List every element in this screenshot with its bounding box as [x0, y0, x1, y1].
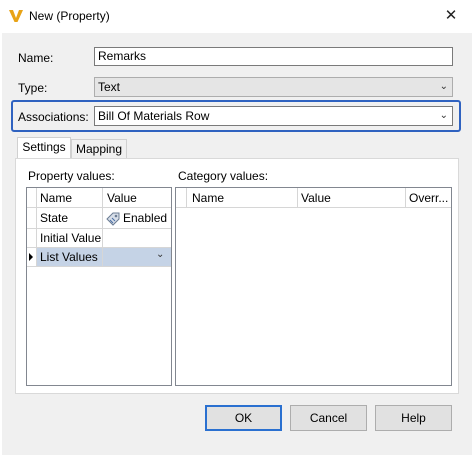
- column-header-name[interactable]: Name: [40, 189, 100, 208]
- tab-settings[interactable]: Settings: [17, 137, 71, 159]
- app-logo-icon: [9, 10, 23, 22]
- table-row-state-value[interactable]: Enabled: [123, 209, 169, 228]
- close-button[interactable]: ✕: [436, 3, 466, 29]
- table-row-list-values-name[interactable]: List Values: [40, 248, 102, 266]
- type-dropdown-value: Text: [98, 80, 121, 94]
- chevron-down-icon: ⌄: [439, 110, 448, 121]
- name-field[interactable]: Remarks: [94, 47, 453, 66]
- table-row-initial-value-name[interactable]: Initial Value: [40, 229, 102, 248]
- help-button[interactable]: Help: [375, 405, 452, 431]
- ok-button[interactable]: OK: [205, 405, 282, 431]
- type-dropdown[interactable]: Text ⌄: [94, 77, 453, 97]
- property-values-label: Property values:: [28, 169, 115, 183]
- type-label: Type:: [18, 81, 48, 95]
- associations-dropdown[interactable]: Bill Of Materials Row ⌄: [94, 106, 453, 126]
- column-header-name[interactable]: Name: [192, 189, 292, 208]
- window-title: New (Property): [29, 9, 110, 23]
- column-header-value[interactable]: Value: [301, 189, 401, 208]
- cancel-button[interactable]: Cancel: [290, 405, 367, 431]
- table-row-state-name[interactable]: State: [40, 209, 100, 228]
- chevron-down-icon[interactable]: ⌄: [156, 249, 164, 260]
- tag-icon: [106, 212, 120, 226]
- associations-label: Associations:: [18, 110, 89, 124]
- associations-dropdown-value: Bill Of Materials Row: [98, 109, 210, 123]
- tab-mapping[interactable]: Mapping: [71, 139, 127, 159]
- column-header-override[interactable]: Overr...: [409, 189, 451, 208]
- category-values-label: Category values:: [178, 169, 269, 183]
- chevron-down-icon: ⌄: [439, 81, 448, 92]
- row-pointer-icon: [27, 248, 36, 266]
- name-label: Name:: [18, 51, 54, 65]
- table-row-initial-value-value[interactable]: [103, 229, 171, 248]
- column-header-value[interactable]: Value: [107, 189, 167, 208]
- category-values-grid: [175, 187, 452, 386]
